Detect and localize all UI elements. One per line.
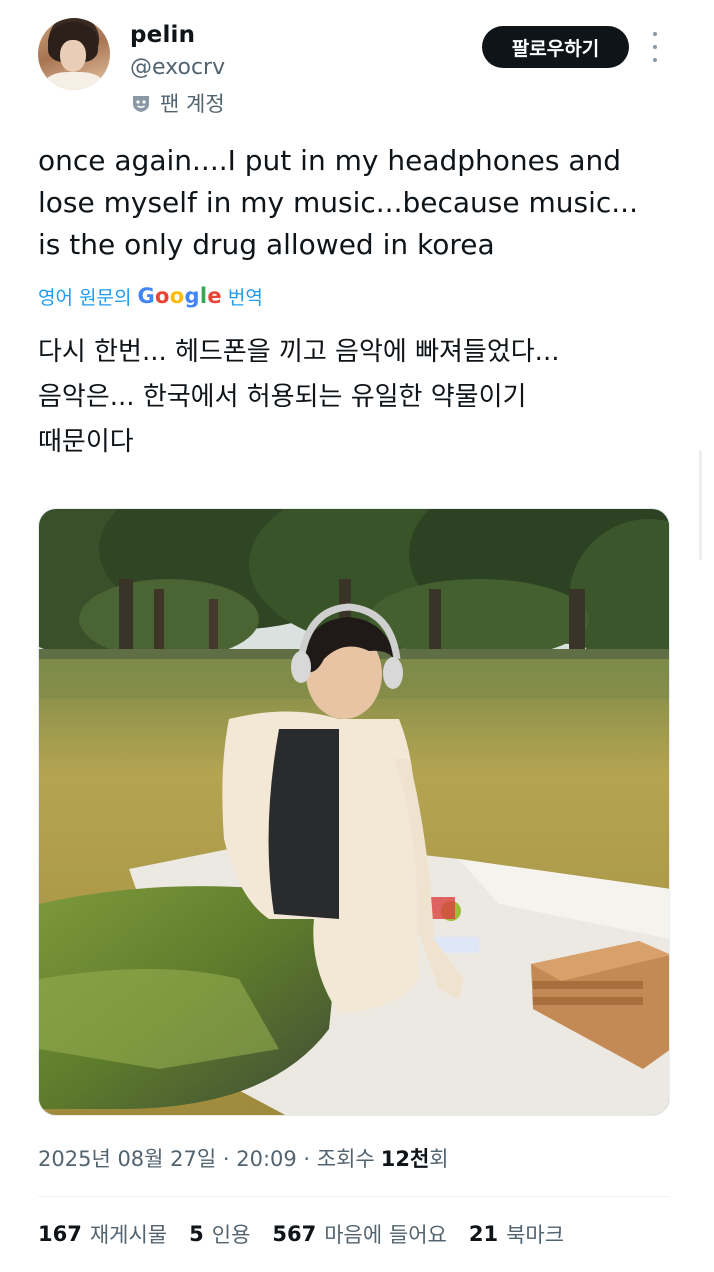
quotes-label: 인용 [211,1223,251,1247]
fan-account-icon [133,96,149,112]
translate-link[interactable]: 영어 원문의 Google 번역 [38,280,263,312]
tweet-text-line: is the only drug allowed in korea [38,228,495,261]
scrollbar[interactable] [699,450,702,560]
tweet-page: pelin @exocrv 팬 계정 팔로우하기 once again....I… [0,0,714,1272]
translated-text-line: 음악은... 한국에서 허용되는 유일한 약물이기 [38,382,527,412]
retweets-stat[interactable]: 167 재게시물 [38,1219,167,1249]
bookmarks-count: 21 [468,1222,499,1246]
engagement-stats: 167 재게시물 5 인용 567 마음에 들어요 21 북마크 [38,1216,564,1252]
retweets-count: 167 [38,1222,82,1246]
translated-text: 다시 한번... 헤드폰을 끼고 음악에 빠져들었다... 음악은... 한국에… [38,330,678,465]
bookmarks-stat[interactable]: 21 북마크 [469,1219,564,1249]
translated-text-line: 다시 한번... 헤드폰을 끼고 음악에 빠져들었다... [38,337,560,367]
fan-account-label: 팬 계정 [130,88,225,118]
tweet-timestamp[interactable]: 2025년 08월 27일 · 20:09 · 조회수 12천 회 [38,1140,449,1176]
translate-suffix: 번역 [227,286,263,309]
bookmarks-label: 북마크 [506,1223,565,1247]
views-suffix: 회 [429,1147,449,1171]
follow-button[interactable]: 팔로우하기 [482,26,629,68]
views-count: 12천 [380,1147,430,1171]
translate-prefix: 영어 원문의 [38,286,132,309]
avatar-face [60,40,86,72]
google-logo: Google [137,284,222,308]
more-vertical-icon[interactable] [648,32,662,62]
tweet-photo[interactable] [38,508,670,1116]
likes-label: 마음에 들어요 [324,1223,447,1247]
divider [38,1196,670,1197]
user-handle[interactable]: @exocrv [130,55,225,80]
tweet-text-line: once again....I put in my headphones and [38,144,622,177]
timestamp-text: 2025년 08월 27일 · 20:09 · 조회수 [38,1147,375,1171]
retweets-label: 재게시물 [89,1223,168,1247]
translated-text-line: 때문이다 [38,427,134,457]
likes-count: 567 [272,1222,317,1246]
avatar[interactable] [38,18,110,90]
likes-stat[interactable]: 567 마음에 들어요 [272,1219,446,1249]
quotes-count: 5 [189,1222,204,1246]
display-name[interactable]: pelin [130,22,195,48]
tweet-text: once again....I put in my headphones and… [38,140,678,266]
avatar-shirt [44,72,104,90]
tweet-text-line: lose myself in my music...because music.… [38,186,638,219]
photo-illustration [39,509,669,1115]
quotes-stat[interactable]: 5 인용 [189,1219,250,1249]
fan-account-text: 팬 계정 [160,92,225,116]
